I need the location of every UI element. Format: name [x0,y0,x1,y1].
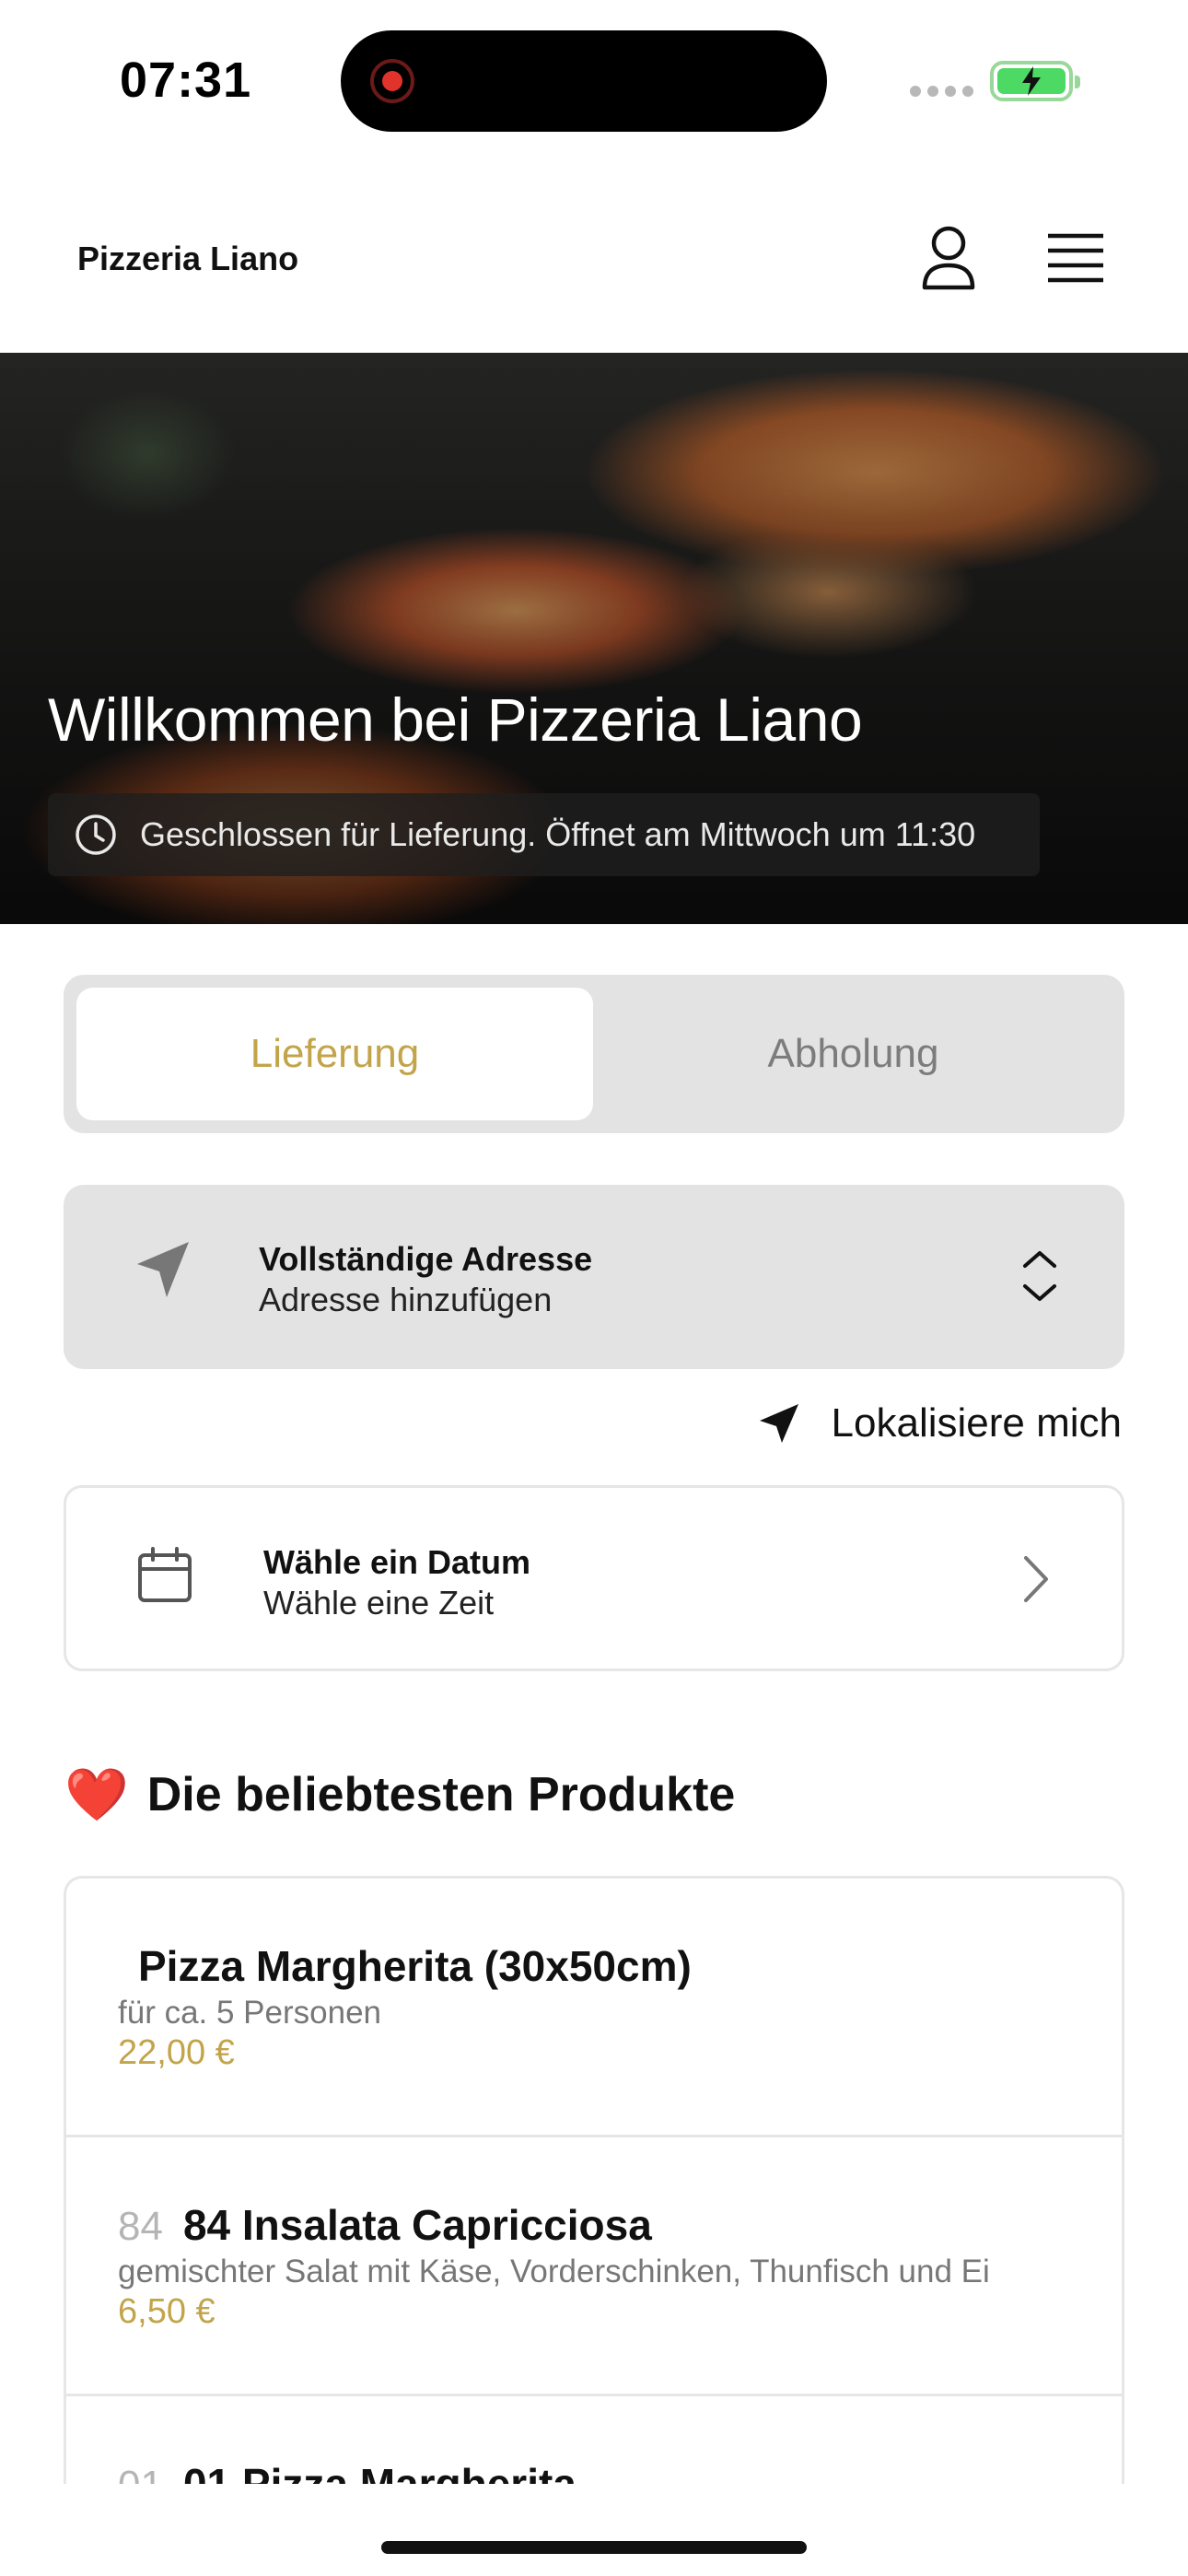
address-title: Vollständige Adresse [259,1240,593,1278]
date-time-selector[interactable]: Wähle ein Datum Wähle eine Zeit [64,1485,1124,1671]
popular-products-list: Pizza Margherita (30x50cm) für ca. 5 Per… [64,1876,1124,2484]
product-name: 84 Insalata Capricciosa [182,2201,652,2249]
locate-me-label: Lokalisiere mich [831,1400,1122,1446]
heart-emoji-icon: ❤️ [64,1765,129,1823]
recording-indicator-icon [370,59,414,103]
product-description: gemischter Salat mit Käse, Vorderschinke… [118,2254,990,2289]
popular-heading-text: Die beliebtesten Produkte [146,1768,736,1821]
hero-banner: Willkommen bei Pizzeria Liano Geschlosse… [0,353,1188,924]
dynamic-island [341,30,827,132]
status-bar: 07:31 [0,0,1188,157]
tab-delivery[interactable]: Lieferung [76,988,593,1120]
home-indicator[interactable] [381,2541,807,2554]
product-number: 01 [118,2463,163,2484]
account-button[interactable] [912,221,985,295]
address-selector[interactable]: Vollständige Adresse Adresse hinzufügen [64,1185,1124,1369]
hamburger-menu-icon [1048,233,1103,283]
opening-status-banner: Geschlossen für Lieferung. Öffnet am Mit… [48,793,1040,876]
product-price: 22,00 € [118,2033,235,2072]
product-number: 84 [118,2204,163,2249]
clock-icon [76,814,116,855]
product-card[interactable]: Pizza Margherita (30x50cm) für ca. 5 Per… [66,1879,1122,2137]
hero-title: Willkommen bei Pizzeria Liano [48,685,863,754]
calendar-icon [138,1547,192,1602]
product-card[interactable]: 01 01 Pizza Margherita [66,2396,1122,2484]
user-icon [922,226,975,290]
opening-status-text: Geschlossen für Lieferung. Öffnet am Mit… [140,815,976,853]
navigation-arrow-icon [137,1242,189,1297]
address-subtitle: Adresse hinzufügen [259,1281,553,1318]
app-header: Pizzeria Liano [0,157,1188,353]
date-title: Wähle ein Datum [263,1543,531,1581]
product-card[interactable]: 84 84 Insalata Capricciosa gemischter Sa… [66,2137,1122,2396]
chevron-up-down-icon [1023,1251,1056,1301]
status-time: 07:31 [120,53,252,108]
location-arrow-icon [759,1404,798,1443]
product-description: für ca. 5 Personen [118,1995,381,2031]
product-price: 6,50 € [118,2292,215,2331]
popular-products-heading: ❤️ Die beliebtesten Produkte [64,1767,735,1822]
brand-name[interactable]: Pizzeria Liano [77,240,298,278]
menu-button[interactable] [1039,221,1112,295]
battery-charging-icon [990,61,1080,101]
order-type-toggle: Lieferung Abholung [64,975,1124,1133]
signal-dots-icon [910,86,973,97]
chevron-right-icon [1024,1556,1048,1602]
locate-me-button[interactable]: Lokalisiere mich [758,1400,1122,1446]
tab-pickup[interactable]: Abholung [595,988,1112,1120]
product-name: 01 Pizza Margherita [182,2460,577,2484]
product-name: Pizza Margherita (30x50cm) [138,1942,692,1990]
time-subtitle: Wähle eine Zeit [263,1584,495,1622]
